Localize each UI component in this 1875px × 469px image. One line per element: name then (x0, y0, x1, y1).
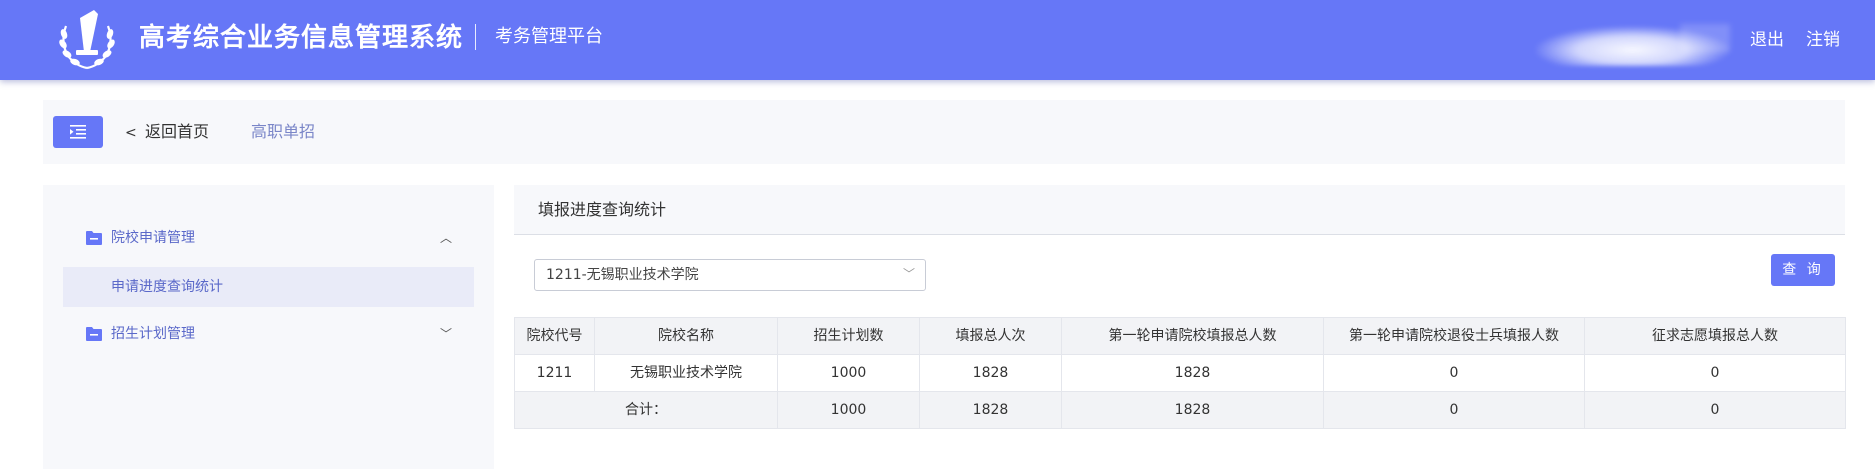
total-submissions: 1828 (919, 391, 1062, 429)
column-header: 院校代号 (514, 317, 595, 355)
main-panel: 填报进度查询统计 1211-无锡职业技术学院 ﹀ 查 询 院校代号 院校名称 招… (514, 185, 1846, 469)
cell-school-code: 1211 (514, 354, 595, 392)
emblem-logo-icon (59, 10, 115, 70)
back-home-link[interactable]: < 返回首页 (125, 120, 209, 145)
chevron-down-icon: ﹀ (902, 267, 915, 281)
cell-school-name: 无锡职业技术学院 (594, 354, 778, 392)
sidebar-item-label: 院校申请管理 (111, 230, 195, 246)
back-home-label: 返回首页 (145, 122, 210, 141)
total-round1-veterans: 0 (1323, 391, 1585, 429)
cell-round1-veterans: 0 (1323, 354, 1585, 392)
chevron-left-icon: < (125, 125, 137, 141)
table-total-row: 合计： 1000 1828 1828 0 0 (514, 391, 1846, 429)
total-plan-count: 1000 (777, 391, 920, 429)
school-select[interactable]: 1211-无锡职业技术学院 ﹀ (534, 259, 926, 291)
sidebar-item-school-application[interactable]: 院校申请管理 ︿ (63, 218, 474, 258)
user-avatar-blurred (1680, 24, 1730, 52)
column-header: 第一轮申请院校填报总人数 (1061, 317, 1324, 355)
page-title: 填报进度查询统计 (538, 200, 667, 219)
panel-header: 填报进度查询统计 (514, 185, 1845, 235)
title-divider (475, 24, 476, 50)
cell-solicit-total: 0 (1584, 354, 1846, 392)
table-header-row: 院校代号 院校名称 招生计划数 填报总人次 第一轮申请院校填报总人数 第一轮申请… (514, 317, 1846, 355)
app-subtitle: 考务管理平台 (495, 26, 603, 47)
query-button[interactable]: 查 询 (1771, 254, 1835, 286)
chevron-down-icon: ﹀ (439, 327, 452, 341)
sidebar-item-label: 招生计划管理 (111, 326, 195, 342)
sidebar-item-enrollment-plan[interactable]: 招生计划管理 ﹀ (63, 314, 474, 354)
chevron-up-icon: ︿ (439, 231, 452, 245)
column-header: 招生计划数 (777, 317, 920, 355)
top-header: 高考综合业务信息管理系统 考务管理平台 退出 注销 (0, 0, 1875, 80)
cell-round1-total: 1828 (1061, 354, 1324, 392)
app-title: 高考综合业务信息管理系统 (139, 23, 464, 53)
total-round1: 1828 (1061, 391, 1324, 429)
cell-plan-count: 1000 (777, 354, 920, 392)
logout-link[interactable]: 退出 (1750, 28, 1784, 52)
total-solicit: 0 (1584, 391, 1846, 429)
folder-icon (86, 231, 102, 245)
sidebar-item-progress-stats[interactable]: 申请进度查询统计 (63, 267, 474, 307)
column-header: 征求志愿填报总人数 (1584, 317, 1846, 355)
total-label: 合计： (514, 391, 778, 429)
menu-toggle-button[interactable] (53, 116, 103, 148)
column-header: 填报总人次 (919, 317, 1062, 355)
sidebar-subitem-label: 申请进度查询统计 (111, 279, 223, 295)
sidebar: 院校申请管理 ︿ 申请进度查询统计 招生计划管理 ﹀ (43, 185, 494, 469)
breadcrumb-current[interactable]: 高职单招 (251, 120, 315, 144)
menu-indent-icon (70, 125, 86, 139)
progress-table: 院校代号 院校名称 招生计划数 填报总人次 第一轮申请院校填报总人数 第一轮申请… (514, 317, 1846, 429)
column-header: 第一轮申请院校退役士兵填报人数 (1323, 317, 1585, 355)
school-select-value: 1211-无锡职业技术学院 (546, 267, 699, 283)
folder-icon (86, 327, 102, 341)
column-header: 院校名称 (594, 317, 778, 355)
cell-total-submissions: 1828 (919, 354, 1062, 392)
deregister-link[interactable]: 注销 (1806, 28, 1840, 52)
breadcrumb: < 返回首页 高职单招 (43, 100, 1845, 164)
table-row: 1211 无锡职业技术学院 1000 1828 1828 0 0 (514, 354, 1846, 392)
